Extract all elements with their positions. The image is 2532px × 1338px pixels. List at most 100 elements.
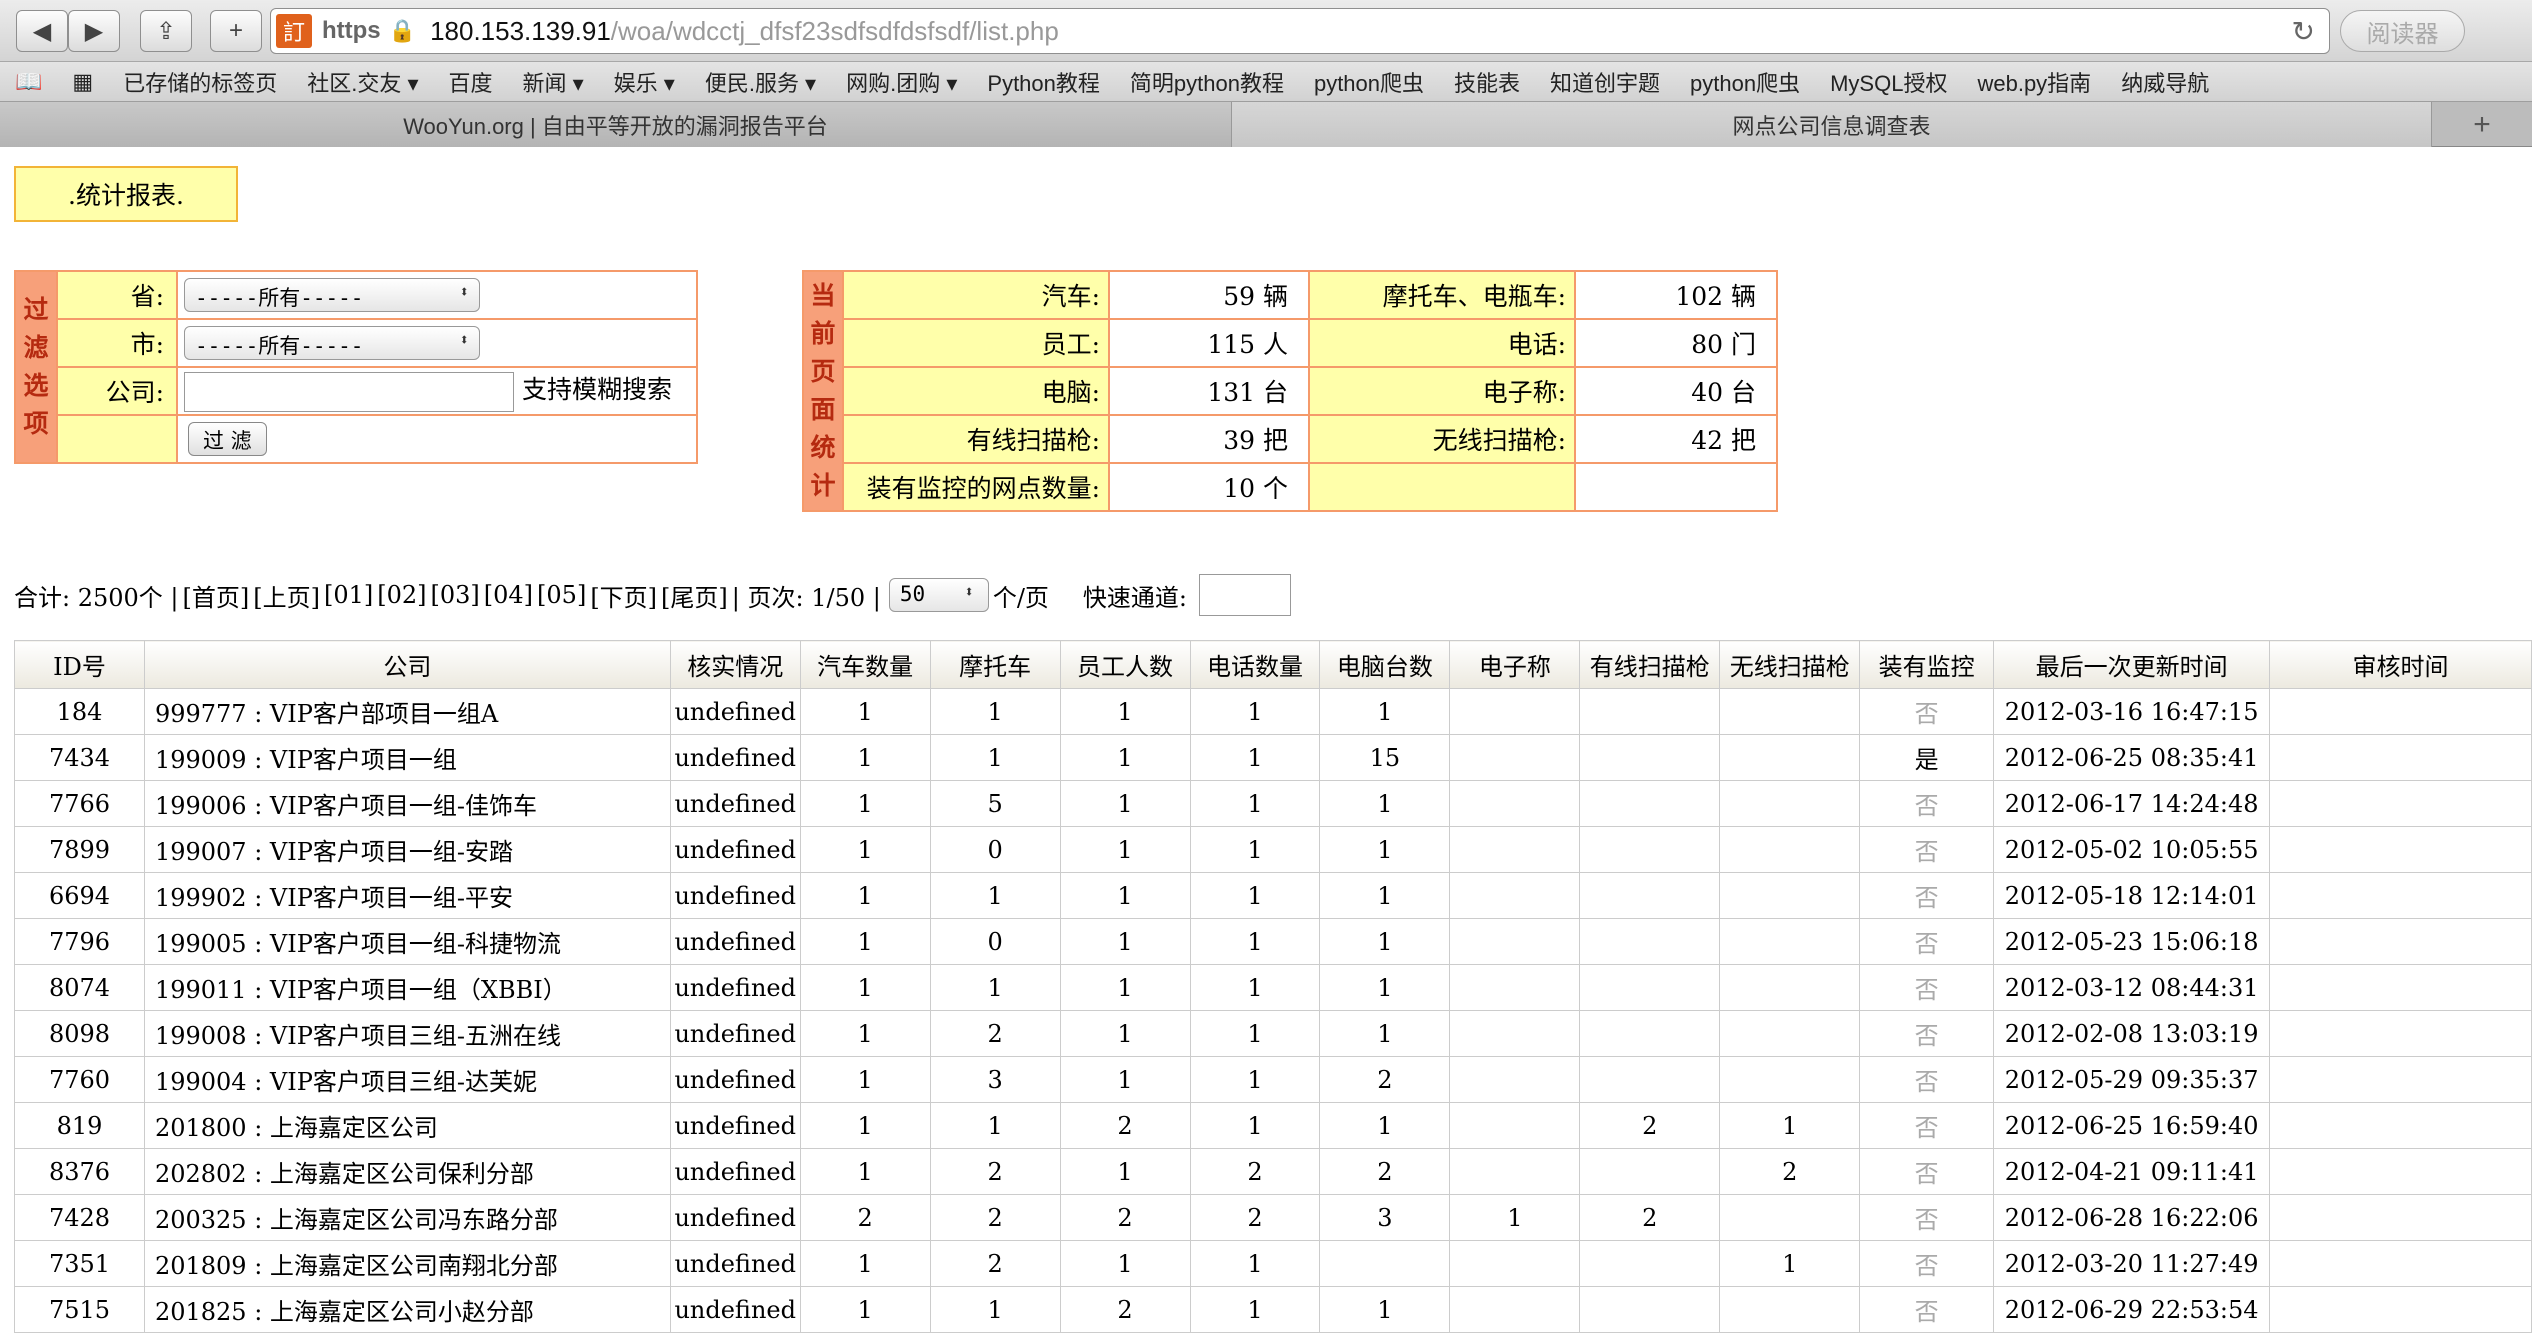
tab-survey[interactable]: 网点公司信息调查表 bbox=[1232, 102, 2432, 147]
bookmark-item[interactable]: python爬虫 bbox=[1675, 66, 1815, 98]
bookmark-item[interactable]: 纳威导航 bbox=[2106, 66, 2224, 98]
col-header[interactable]: 汽车数量 bbox=[799, 640, 931, 689]
quick-jump-input[interactable] bbox=[1199, 574, 1292, 616]
cell-company: 199008 : VIP客户项目三组-五洲在线 bbox=[143, 1010, 671, 1057]
cell-id: 819 bbox=[14, 1102, 145, 1149]
cell-updated: 2012-05-23 15:06:18 bbox=[1993, 918, 2271, 965]
table-row[interactable]: 184 999777 : VIP客户部项目一组A undefined 1 1 1 1 1 否 20… bbox=[14, 688, 2532, 735]
cell-scales bbox=[1449, 1102, 1581, 1149]
cell-scales bbox=[1449, 1286, 1581, 1333]
table-row[interactable]: 8376 202802 : 上海嘉定区公司保利分部 undefined 1 2 1 2 2 2 否… bbox=[14, 1148, 2532, 1195]
col-header[interactable]: 公司 bbox=[143, 640, 671, 689]
table-row[interactable]: 6694 199902 : VIP客户项目一组-平安 undefined 1 1 1 1 1 否… bbox=[14, 872, 2532, 919]
table-row[interactable]: 7515 201825 : 上海嘉定区公司小赵分部 undefined 1 1 2 1 1 否 2… bbox=[14, 1286, 2532, 1333]
cell-motos: 0 bbox=[929, 918, 1061, 965]
url-protocol: https bbox=[322, 17, 381, 44]
forward-icon[interactable]: ▶ bbox=[68, 10, 120, 52]
col-header[interactable]: 装有监控 bbox=[1859, 640, 1995, 689]
bookmark-item[interactable]: python爬虫 bbox=[1299, 66, 1439, 98]
scale-value: 40 台 bbox=[1574, 366, 1778, 416]
bookmark-item[interactable]: 社区.交友 ▾ bbox=[292, 66, 433, 98]
cell-wired bbox=[1579, 964, 1721, 1011]
bookmark-item[interactable]: 已存储的标签页 bbox=[108, 66, 292, 98]
col-header[interactable]: 有线扫描枪 bbox=[1579, 640, 1721, 689]
cell-monitor: 否 bbox=[1859, 964, 1995, 1011]
pagination-bar: 合计: 2500个 | [首页] [上页] [01] [02] [03] [04… bbox=[14, 574, 1295, 616]
page-link-02[interactable]: [02] bbox=[377, 581, 426, 609]
city-select[interactable]: -----所有----- ⬍ bbox=[184, 326, 480, 360]
table-row[interactable]: 7428 200325 : 上海嘉定区公司冯东路分部 undefined 2 2 2 2 3 1… bbox=[14, 1194, 2532, 1241]
page-link-04[interactable]: [04] bbox=[484, 581, 533, 609]
table-row[interactable]: 7351 201809 : 上海嘉定区公司南翔北分部 undefined 1 2 1 1 1 否… bbox=[14, 1240, 2532, 1287]
bookmark-item[interactable]: 简明python教程 bbox=[1115, 66, 1299, 98]
col-header[interactable]: 电脑台数 bbox=[1319, 640, 1451, 689]
cell-wired bbox=[1579, 1240, 1721, 1287]
address-bar[interactable]: 訂 https 🔒 180.153.139.91 /woa/wdcctj_dfs… bbox=[270, 8, 2330, 54]
cell-audit bbox=[2269, 734, 2532, 781]
cell-updated: 2012-06-29 22:53:54 bbox=[1993, 1286, 2271, 1333]
col-header[interactable]: 电子称 bbox=[1449, 640, 1581, 689]
quick-jump-label: 快速通道: bbox=[1082, 583, 1188, 612]
table-row[interactable]: 8098 199008 : VIP客户项目三组-五洲在线 undefined 1 2 1 1… bbox=[14, 1010, 2532, 1057]
car-label: 汽车: bbox=[842, 270, 1110, 320]
wireless-scanner-value: 42 把 bbox=[1574, 414, 1778, 464]
grid-icon[interactable]: ▦ bbox=[57, 69, 108, 95]
page-link-05[interactable]: [05] bbox=[537, 581, 586, 609]
table-row[interactable]: 7899 199007 : VIP客户项目一组-安踏 undefined 1 0 1 1 1 否… bbox=[14, 826, 2532, 873]
table-row[interactable]: 7796 199005 : VIP客户项目一组-科捷物流 undefined 1 0 1 1… bbox=[14, 918, 2532, 965]
first-page-link[interactable]: [首页] bbox=[183, 578, 250, 613]
table-row[interactable]: 7434 199009 : VIP客户项目一组 undefined 1 1 1 1 15 是 20… bbox=[14, 734, 2532, 781]
bookmark-item[interactable]: 娱乐 ▾ bbox=[599, 66, 690, 98]
cell-wireless bbox=[1719, 1010, 1861, 1057]
cell-wireless bbox=[1719, 688, 1861, 735]
col-header[interactable]: 摩托车 bbox=[929, 640, 1061, 689]
table-row[interactable]: 819 201800 : 上海嘉定区公司 undefined 1 1 2 1 1 2 1 否 2012… bbox=[14, 1102, 2532, 1149]
col-header[interactable]: 最后一次更新时间 bbox=[1993, 640, 2271, 689]
tab-wooyun[interactable]: WooYun.org | 自由平等开放的漏洞报告平台 bbox=[0, 102, 1232, 147]
city-select-value: -----所有----- bbox=[195, 334, 364, 358]
bookmark-item[interactable]: 新闻 ▾ bbox=[508, 66, 599, 98]
book-icon[interactable]: 📖 bbox=[0, 69, 57, 95]
col-header[interactable]: 无线扫描枪 bbox=[1719, 640, 1861, 689]
cell-verify: undefined bbox=[669, 872, 801, 919]
bookmark-item[interactable]: 便民.服务 ▾ bbox=[690, 66, 831, 98]
col-header[interactable]: 员工人数 bbox=[1059, 640, 1191, 689]
col-header[interactable]: 电话数量 bbox=[1189, 640, 1321, 689]
bookmark-item[interactable]: 知道创宇题 bbox=[1535, 66, 1675, 98]
staff-value: 115 人 bbox=[1108, 318, 1310, 368]
cell-monitor: 否 bbox=[1859, 918, 1995, 965]
cell-company: 199009 : VIP客户项目一组 bbox=[143, 734, 671, 781]
reader-button[interactable]: 阅读器 bbox=[2340, 10, 2465, 52]
cell-scales bbox=[1449, 734, 1581, 781]
bookmark-item[interactable]: web.py指南 bbox=[1962, 66, 2106, 98]
reload-icon[interactable]: ↻ bbox=[2292, 15, 2315, 48]
page-link-01[interactable]: [01] bbox=[324, 581, 373, 609]
table-row[interactable]: 7760 199004 : VIP客户项目三组-达芙妮 undefined 1 3 1 1 2… bbox=[14, 1056, 2532, 1103]
new-tab-plus-icon[interactable]: + bbox=[210, 10, 262, 52]
add-tab-icon[interactable]: + bbox=[2432, 102, 2532, 147]
cell-cars: 1 bbox=[799, 918, 931, 965]
col-header[interactable]: 审核时间 bbox=[2269, 640, 2532, 689]
filter-button[interactable]: 过 滤 bbox=[188, 422, 267, 456]
prev-page-link[interactable]: [上页] bbox=[253, 578, 320, 613]
bookmark-item[interactable]: 网购.团购 ▾ bbox=[831, 66, 972, 98]
share-icon[interactable]: ⇪ bbox=[140, 10, 192, 52]
per-page-select[interactable]: 50 ⬍ bbox=[888, 578, 989, 612]
back-icon[interactable]: ◀ bbox=[16, 10, 68, 52]
bookmark-item[interactable]: Python教程 bbox=[972, 66, 1115, 98]
col-header[interactable]: 核实情况 bbox=[669, 640, 801, 689]
company-input[interactable] bbox=[184, 371, 514, 412]
province-select[interactable]: -----所有----- ⬍ bbox=[184, 278, 480, 312]
cell-company: 201825 : 上海嘉定区公司小赵分部 bbox=[143, 1286, 671, 1333]
col-header[interactable]: ID号 bbox=[14, 640, 145, 689]
bookmark-item[interactable]: MySQL授权 bbox=[1815, 66, 1962, 98]
cell-updated: 2012-05-18 12:14:01 bbox=[1993, 872, 2271, 919]
table-row[interactable]: 7766 199006 : VIP客户项目一组-佳饰车 undefined 1 5 1 1 1… bbox=[14, 780, 2532, 827]
cell-audit bbox=[2269, 780, 2532, 827]
next-page-link[interactable]: [下页] bbox=[590, 578, 657, 613]
bookmark-item[interactable]: 百度 bbox=[434, 66, 508, 98]
page-link-03[interactable]: [03] bbox=[431, 581, 480, 609]
table-row[interactable]: 8074 199011 : VIP客户项目一组（XBBI） undefined 1 1 1… bbox=[14, 964, 2532, 1011]
bookmark-item[interactable]: 技能表 bbox=[1439, 66, 1535, 98]
last-page-link[interactable]: [尾页] bbox=[661, 578, 728, 613]
